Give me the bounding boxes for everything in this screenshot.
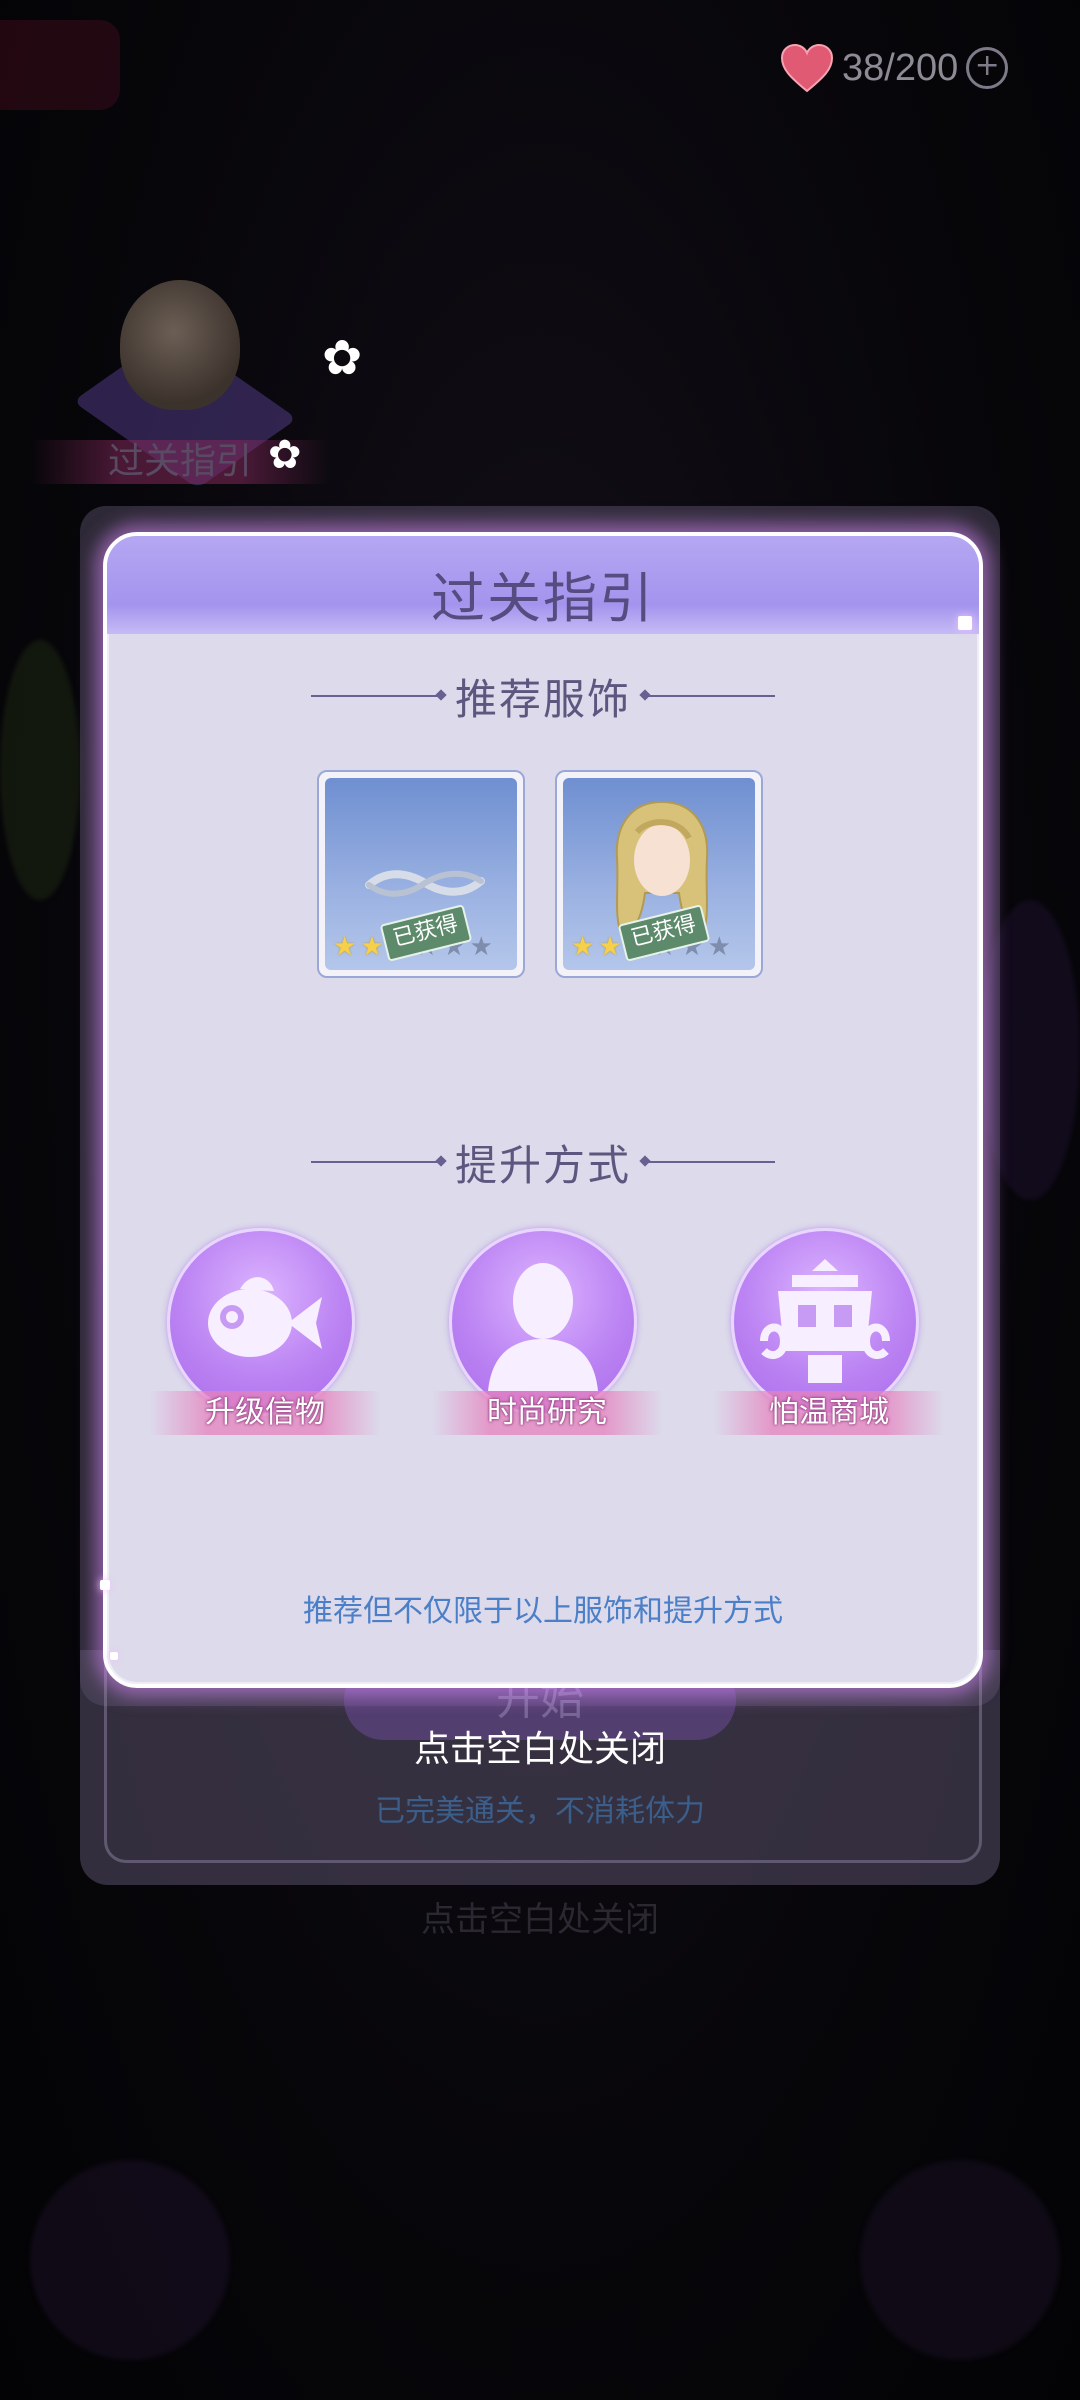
stamina-value: 38/200 xyxy=(842,46,959,89)
close-hint[interactable]: 点击空白处关闭 xyxy=(0,1720,1080,1772)
background-shape xyxy=(860,2160,1060,2360)
recommended-section-header: 推荐服饰 xyxy=(107,666,979,726)
background-panel xyxy=(0,20,120,110)
flower-icon: ✿ xyxy=(268,432,302,478)
stamina-counter: 38/200 + xyxy=(780,38,1009,98)
way-fashion-research[interactable]: 时尚研究 xyxy=(432,1228,662,1435)
way-label: 时尚研究 xyxy=(432,1391,662,1435)
person-icon xyxy=(488,1263,598,1391)
divider-line xyxy=(310,1161,441,1163)
improve-section-header: 提升方式 xyxy=(107,1132,979,1192)
sparkle xyxy=(958,616,972,630)
divider-line xyxy=(645,1161,775,1163)
recommendation-footnote: 推荐但不仅限于以上服饰和提升方式 xyxy=(303,1594,783,1629)
sparkle xyxy=(100,1580,110,1590)
divider-line xyxy=(310,695,441,697)
heart-icon xyxy=(780,43,834,93)
guide-modal: 过关指引 推荐服饰 ★★★★★★ 已获得 ★★★★★★ xyxy=(103,532,983,1688)
sparkle xyxy=(110,1652,118,1660)
background-shape xyxy=(30,2160,230,2360)
fairy-avatar xyxy=(120,280,240,410)
shop-icon xyxy=(760,1259,890,1383)
perfect-clear-note: 已完美通关，不消耗体力 xyxy=(375,1794,705,1829)
way-shop[interactable]: 怕温商城 xyxy=(714,1228,944,1435)
background-shape xyxy=(0,640,80,900)
way-upgrade-token[interactable]: 升级信物 xyxy=(150,1228,380,1435)
tiara-icon xyxy=(365,870,485,897)
plus-icon[interactable]: + xyxy=(966,47,1009,89)
divider-line xyxy=(645,695,775,697)
way-label: 升级信物 xyxy=(150,1391,380,1435)
fish-icon xyxy=(208,1277,322,1357)
flower-icon: ✿ xyxy=(322,330,363,386)
background-close-hint: 点击空白处关闭 xyxy=(421,1900,659,1940)
item-card-tiara[interactable]: ★★★★★★ 已获得 xyxy=(317,770,525,978)
recommended-section-title: 推荐服饰 xyxy=(454,674,631,724)
improve-section-title: 提升方式 xyxy=(454,1140,631,1190)
way-label: 怕温商城 xyxy=(714,1391,944,1435)
modal-title: 过关指引 xyxy=(431,567,655,630)
item-card-hair[interactable]: ★★★★★★ 已获得 xyxy=(555,770,763,978)
